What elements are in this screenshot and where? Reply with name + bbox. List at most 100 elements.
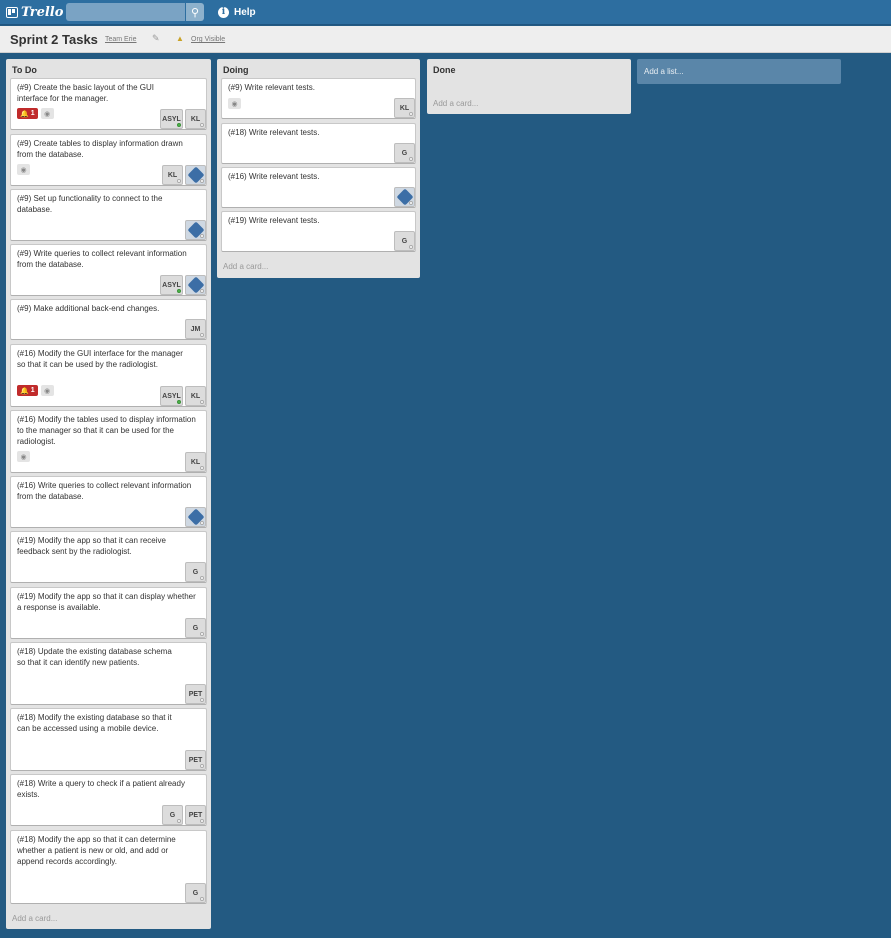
card[interactable]: (#19) Modify the app so that it can rece… bbox=[10, 531, 207, 583]
board-title[interactable]: Sprint 2 Tasks bbox=[10, 32, 98, 47]
search-icon[interactable]: ⚲ bbox=[186, 3, 204, 21]
card-title: (#9) Write relevant tests. bbox=[228, 83, 315, 92]
add-card-button[interactable]: Add a card... bbox=[433, 99, 478, 108]
member-avatar[interactable]: PET bbox=[185, 805, 206, 825]
help-button[interactable]: i Help bbox=[218, 5, 256, 19]
member-avatar[interactable]: ASYL bbox=[160, 386, 183, 406]
eye-icon: ◉ bbox=[17, 451, 30, 462]
card-members: G bbox=[394, 231, 415, 251]
card[interactable]: (#16) Modify the tables used to display … bbox=[10, 410, 207, 473]
card-title: (#16) Modify the GUI interface for the m… bbox=[17, 349, 183, 369]
card-members: ASYL bbox=[160, 275, 206, 295]
member-avatar[interactable]: KL bbox=[394, 98, 415, 118]
card-title: (#18) Modify the existing database so th… bbox=[17, 713, 172, 733]
card-title: (#9) Write queries to collect relevant i… bbox=[17, 249, 187, 269]
add-list-button[interactable]: Add a list... bbox=[637, 59, 841, 84]
member-avatar[interactable]: G bbox=[394, 143, 415, 163]
list-title: Done bbox=[433, 65, 456, 75]
card-badges: ◉ bbox=[228, 98, 241, 109]
card[interactable]: (#16) Modify the GUI interface for the m… bbox=[10, 344, 207, 407]
member-avatar[interactable]: KL bbox=[162, 165, 183, 185]
list-todo: To Do (#9) Create the basic layout of th… bbox=[6, 59, 211, 929]
card[interactable]: (#18) Write a query to check if a patien… bbox=[10, 774, 207, 826]
member-avatar[interactable]: JM bbox=[185, 319, 206, 339]
eye-icon: ◉ bbox=[17, 164, 30, 175]
card-title: (#18) Modify the app so that it can dete… bbox=[17, 835, 176, 866]
search-input[interactable] bbox=[66, 3, 185, 21]
help-label: Help bbox=[234, 6, 256, 18]
card-title: (#16) Modify the tables used to display … bbox=[17, 415, 196, 446]
visibility-link[interactable]: Org Visible bbox=[191, 36, 225, 43]
card[interactable]: (#9) Create tables to display informatio… bbox=[10, 134, 207, 186]
card-members: KL bbox=[162, 165, 206, 185]
card-badges: ◉ bbox=[17, 451, 30, 462]
card-members bbox=[185, 507, 206, 527]
card-members: G bbox=[185, 618, 206, 638]
pencil-icon[interactable]: ✎ bbox=[152, 33, 160, 44]
member-avatar[interactable]: G bbox=[185, 618, 206, 638]
member-avatar[interactable]: G bbox=[185, 562, 206, 582]
alert-badge: 🔔 1 bbox=[17, 108, 38, 119]
card-members bbox=[394, 187, 415, 207]
card-members: KL bbox=[185, 452, 206, 472]
member-avatar[interactable]: ASYL bbox=[160, 275, 183, 295]
card-title: (#18) Write relevant tests. bbox=[228, 128, 320, 137]
card[interactable]: (#18) Write relevant tests. G bbox=[221, 123, 416, 164]
info-icon: i bbox=[218, 6, 229, 18]
card-members: G bbox=[185, 883, 206, 903]
card-title: (#19) Modify the app so that it can disp… bbox=[17, 592, 196, 612]
card-title: (#18) Update the existing database schem… bbox=[17, 647, 172, 667]
trello-logo[interactable]: Trello bbox=[6, 4, 64, 20]
member-avatar-image[interactable] bbox=[394, 187, 415, 207]
member-avatar-image[interactable] bbox=[185, 507, 206, 527]
card[interactable]: (#9) Set up functionality to connect to … bbox=[10, 189, 207, 241]
card[interactable]: (#18) Modify the app so that it can dete… bbox=[10, 830, 207, 904]
member-avatar[interactable]: PET bbox=[185, 684, 206, 704]
top-header: Trello ⚲ i Help bbox=[0, 0, 891, 25]
list-doing: Doing (#9) Write relevant tests. ◉ KL (#… bbox=[217, 59, 420, 278]
member-avatar[interactable]: G bbox=[394, 231, 415, 251]
member-avatar[interactable]: KL bbox=[185, 109, 206, 129]
card[interactable]: (#19) Modify the app so that it can disp… bbox=[10, 587, 207, 639]
add-card-button[interactable]: Add a card... bbox=[12, 914, 57, 923]
card[interactable]: (#9) Make additional back-end changes. J… bbox=[10, 299, 207, 340]
member-avatar-image[interactable] bbox=[185, 220, 206, 240]
card-title: (#18) Write a query to check if a patien… bbox=[17, 779, 185, 799]
card[interactable]: (#18) Update the existing database schem… bbox=[10, 642, 207, 705]
card-title: (#19) Modify the app so that it can rece… bbox=[17, 536, 166, 556]
eye-icon: ◉ bbox=[40, 385, 54, 396]
add-card-button[interactable]: Add a card... bbox=[223, 262, 268, 271]
alert-badge: 🔔 1 bbox=[17, 385, 38, 396]
card-badges: ◉ bbox=[17, 164, 30, 175]
member-avatar-image[interactable] bbox=[185, 165, 206, 185]
card-members: PET bbox=[185, 684, 206, 704]
card[interactable]: (#9) Write queries to collect relevant i… bbox=[10, 244, 207, 296]
card-members: KL bbox=[394, 98, 415, 118]
card[interactable]: (#19) Write relevant tests. G bbox=[221, 211, 416, 252]
card-members: JM bbox=[185, 319, 206, 339]
card-title: (#16) Write queries to collect relevant … bbox=[17, 481, 192, 501]
card-members: ASYL KL bbox=[160, 386, 206, 406]
team-link[interactable]: Team Erie bbox=[105, 36, 137, 43]
eye-icon: ◉ bbox=[228, 98, 241, 109]
member-avatar[interactable]: PET bbox=[185, 750, 206, 770]
list-title: To Do bbox=[12, 65, 37, 75]
member-avatar-image[interactable] bbox=[185, 275, 206, 295]
bell-icon: 🔔 bbox=[20, 387, 29, 395]
member-avatar[interactable]: ASYL bbox=[160, 109, 183, 129]
card[interactable]: (#16) Write relevant tests. bbox=[221, 167, 416, 208]
card-members: G bbox=[185, 562, 206, 582]
card-title: (#19) Write relevant tests. bbox=[228, 216, 320, 225]
member-avatar[interactable]: G bbox=[185, 883, 206, 903]
card[interactable]: (#9) Create the basic layout of the GUI … bbox=[10, 78, 207, 130]
logo-text: Trello bbox=[21, 4, 64, 20]
card[interactable]: (#16) Write queries to collect relevant … bbox=[10, 476, 207, 528]
card[interactable]: (#18) Modify the existing database so th… bbox=[10, 708, 207, 771]
card-title: (#9) Make additional back-end changes. bbox=[17, 304, 160, 313]
card[interactable]: (#9) Write relevant tests. ◉ KL bbox=[221, 78, 416, 119]
member-avatar[interactable]: KL bbox=[185, 452, 206, 472]
card-title: (#16) Write relevant tests. bbox=[228, 172, 320, 181]
member-avatar[interactable]: KL bbox=[185, 386, 206, 406]
card-title: (#9) Set up functionality to connect to … bbox=[17, 194, 163, 214]
member-avatar[interactable]: G bbox=[162, 805, 183, 825]
